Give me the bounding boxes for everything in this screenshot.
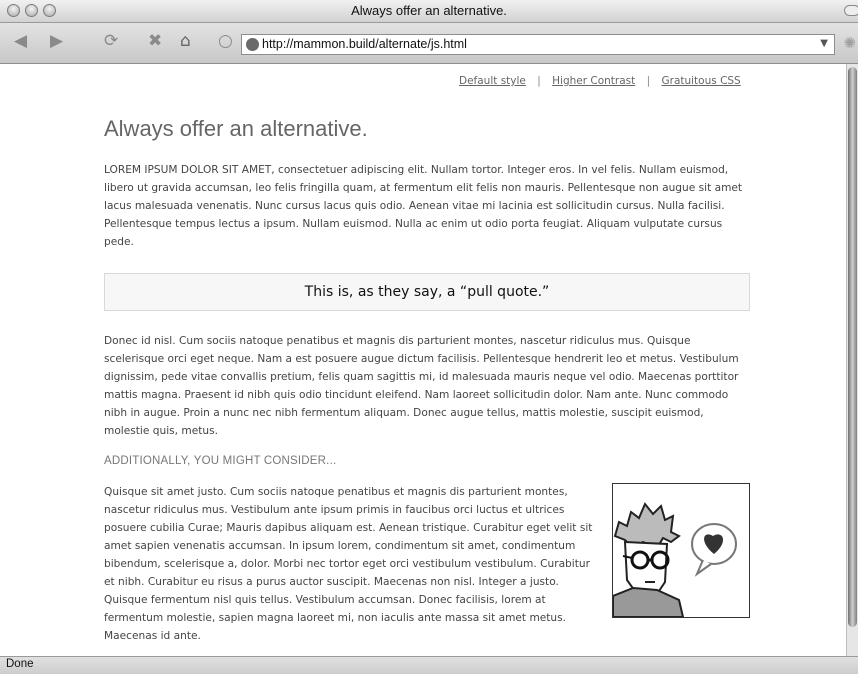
style-link-default[interactable]: Default style — [459, 75, 526, 87]
page-title: Always offer an alternative. — [104, 116, 368, 141]
status-text: Done — [6, 658, 34, 670]
chevron-down-icon[interactable]: ▼ — [820, 38, 828, 49]
style-separator: | — [537, 75, 541, 87]
body-paragraph: Donec id nisl. Cum sociis natoque penati… — [104, 335, 739, 437]
back-arrow-icon[interactable]: ◀ — [14, 31, 27, 51]
forward-arrow-icon[interactable]: ▶ — [50, 31, 63, 51]
home-icon[interactable]: ⌂ — [180, 31, 191, 51]
style-separator: | — [646, 75, 651, 87]
style-switcher: Default style | Higher Contrast | Gratui… — [459, 75, 741, 87]
section-heading: ADDITIONALLY, YOU MIGHT CONSIDER... — [104, 455, 337, 467]
final-paragraph: Quisque sit amet justo. Cum sociis natoq… — [104, 486, 593, 642]
browser-toolbar: ◀ ▶ ⟳ ✖ ⌂ ○ http://mammon.build/alternat… — [0, 23, 858, 64]
status-bar: Done — [0, 656, 858, 674]
scrollbar-thumb[interactable] — [848, 67, 857, 627]
style-link-gratuitous[interactable]: Gratuitous CSS — [661, 75, 740, 87]
window-title: Always offer an alternative. — [351, 3, 507, 18]
bookmark-icon[interactable]: ○ — [218, 31, 233, 51]
intro-text: consectetuer adipiscing elit. Nullam tor… — [104, 164, 743, 248]
window-titlebar: Always offer an alternative. — [0, 0, 858, 23]
intro-lead: LOREM IPSUM DOLOR SIT AMET, — [104, 164, 275, 176]
style-link-higher-contrast[interactable]: Higher Contrast — [552, 75, 635, 87]
avatar-figure — [612, 483, 750, 618]
spinner-icon: ✺ — [843, 34, 856, 52]
page-viewport: Default style | Higher Contrast | Gratui… — [0, 64, 846, 656]
reload-icon[interactable]: ⟳ — [104, 31, 118, 51]
address-url[interactable]: http://mammon.build/alternate/js.html — [262, 37, 467, 51]
globe-icon — [246, 38, 259, 51]
intro-paragraph: LOREM IPSUM DOLOR SIT AMET, consectetuer… — [104, 161, 744, 251]
address-bar[interactable]: http://mammon.build/alternate/js.html ▼ — [241, 34, 835, 55]
toolbar-toggle-button[interactable] — [844, 5, 858, 16]
stop-icon[interactable]: ✖ — [148, 31, 162, 51]
pull-quote: This is, as they say, a “pull quote.” — [104, 273, 750, 311]
avatar-with-heart-icon — [612, 502, 737, 618]
vertical-scrollbar[interactable] — [846, 64, 858, 656]
